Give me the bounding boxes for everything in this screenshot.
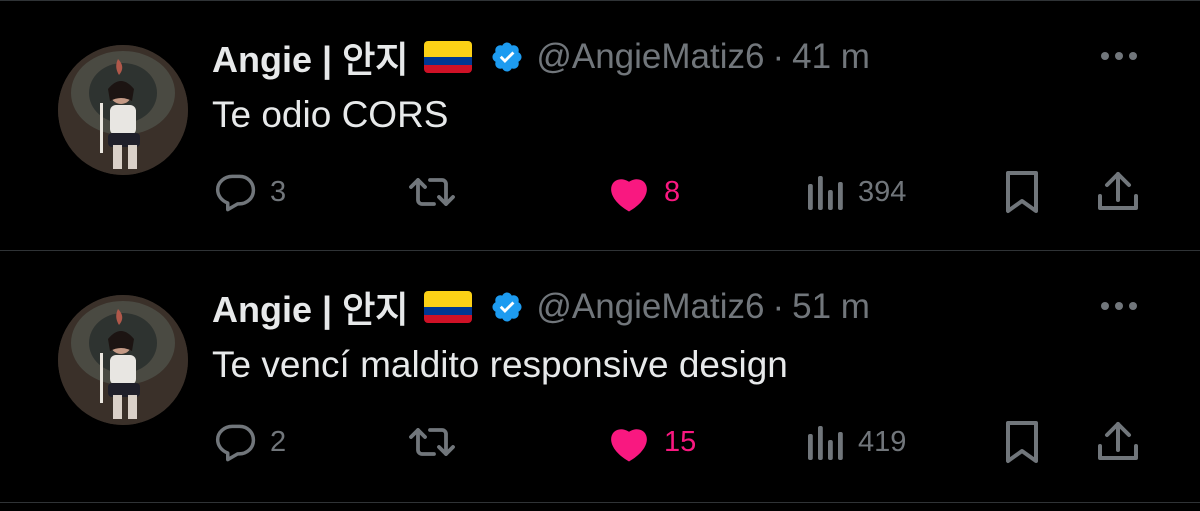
share-button[interactable] (1096, 164, 1140, 220)
tweet-text: Te vencí maldito responsive design (212, 344, 788, 385)
retweet-button[interactable] (408, 414, 456, 470)
bookmark-button[interactable] (1002, 414, 1042, 470)
bookmark-icon (1002, 169, 1042, 215)
separator-dot: · (772, 37, 785, 76)
reply-button[interactable]: 3 (214, 164, 286, 220)
tweet-1[interactable]: Angie | 안지 @AngieMatiz6 · 41 m Te odio C… (0, 0, 1200, 250)
verified-badge-icon[interactable] (490, 290, 524, 324)
reply-count: 2 (270, 425, 287, 458)
more-icon[interactable] (1098, 296, 1140, 316)
bookmark-icon (1002, 419, 1042, 465)
tweet-text: Te odio CORS (212, 94, 449, 135)
retweet-icon (408, 420, 456, 464)
verified-badge-icon[interactable] (490, 40, 524, 74)
views-count: 419 (858, 425, 907, 458)
views-icon (806, 422, 846, 462)
retweet-button[interactable] (408, 164, 456, 220)
tweet-header: Angie | 안지 @AngieMatiz6 · 51 m (212, 284, 870, 330)
reply-icon (214, 420, 258, 464)
like-button[interactable]: 15 (606, 414, 696, 470)
display-name[interactable]: Angie | 안지 (212, 31, 408, 83)
reply-icon (214, 170, 258, 214)
avatar[interactable] (58, 45, 188, 175)
tweet-header: Angie | 안지 @AngieMatiz6 · 41 m (212, 34, 870, 80)
timestamp[interactable]: 51 m (792, 287, 870, 327)
views-button[interactable]: 394 (806, 164, 906, 220)
share-icon (1096, 170, 1140, 214)
views-icon (806, 172, 846, 212)
like-button[interactable]: 8 (606, 164, 680, 220)
bottom-divider (0, 502, 1200, 503)
tweet-2[interactable]: Angie | 안지 @AngieMatiz6 · 51 m Te vencí … (0, 250, 1200, 500)
reply-button[interactable]: 2 (214, 414, 286, 470)
like-count: 8 (664, 175, 681, 208)
user-handle[interactable]: @AngieMatiz6 (536, 37, 764, 77)
heart-icon (606, 171, 652, 213)
colombia-flag-icon (424, 291, 473, 323)
like-count: 15 (664, 425, 697, 458)
bookmark-button[interactable] (1002, 164, 1042, 220)
share-button[interactable] (1096, 414, 1140, 470)
more-icon[interactable] (1098, 46, 1140, 66)
views-button[interactable]: 419 (806, 414, 906, 470)
colombia-flag-icon (424, 41, 473, 73)
share-icon (1096, 420, 1140, 464)
display-name[interactable]: Angie | 안지 (212, 281, 408, 333)
retweet-icon (408, 170, 456, 214)
reply-count: 3 (270, 175, 287, 208)
heart-icon (606, 421, 652, 463)
separator-dot: · (772, 287, 785, 326)
timestamp[interactable]: 41 m (792, 37, 870, 77)
avatar[interactable] (58, 295, 188, 425)
user-handle[interactable]: @AngieMatiz6 (536, 287, 764, 327)
views-count: 394 (858, 175, 907, 208)
